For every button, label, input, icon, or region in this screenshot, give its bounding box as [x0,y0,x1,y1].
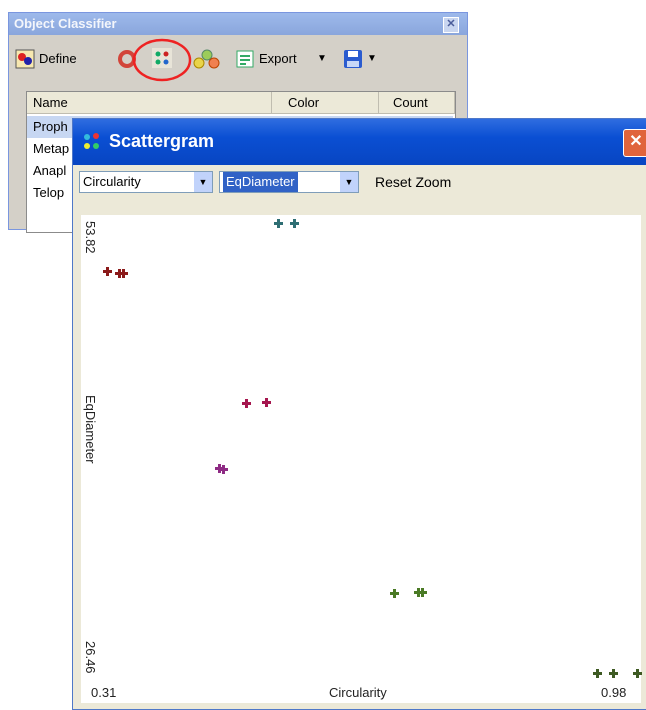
define-icon[interactable] [15,49,35,69]
y-feature-value: EqDiameter [223,172,298,192]
scatter-point[interactable] [274,219,284,229]
x-axis-label: Circularity [329,685,387,700]
clusters-icon[interactable] [191,47,221,71]
scattergram-app-icon [84,133,99,149]
x-feature-value: Circularity [83,174,141,189]
y-min-label: 26.46 [83,641,98,674]
highlight-circle [132,38,192,82]
export-icon[interactable] [235,49,255,69]
export-dropdown-icon[interactable]: ▼ [317,49,327,69]
scatter-point[interactable] [417,587,427,597]
scatter-point[interactable] [262,397,272,407]
column-header-name[interactable]: Name [27,92,272,114]
scatter-point[interactable] [242,399,252,409]
y-feature-select[interactable]: EqDiameter ▼ [219,171,359,193]
scatter-point[interactable] [218,465,228,475]
reset-zoom-button[interactable]: Reset Zoom [375,171,451,193]
scatter-point[interactable] [118,268,128,278]
scatter-point[interactable] [290,219,300,229]
scatter-point[interactable] [633,668,642,678]
column-header-count[interactable]: Count [379,92,455,114]
export-button[interactable]: Export [259,49,297,69]
chevron-down-icon[interactable]: ▼ [339,172,358,192]
column-header-color[interactable]: Color [272,92,379,114]
scattergram-close-button[interactable]: ✕ [623,129,646,157]
define-button[interactable]: Define [39,49,77,69]
y-max-label: 53.82 [83,221,98,254]
save-icon[interactable] [343,49,363,69]
scattergram-title: Scattergram [109,131,215,151]
object-classifier-toolbar: Define Export ▼ ▼ [9,37,467,83]
scatter-point[interactable] [389,589,399,599]
scatter-plot-area[interactable]: 53.82 EqDiameter 26.46 0.31 Circularity … [81,215,642,703]
object-classifier-title: Object Classifier [9,13,467,35]
y-axis-label: EqDiameter [83,395,98,464]
object-classifier-close-button[interactable]: ✕ [443,17,459,33]
scatter-point[interactable] [102,267,112,277]
scattergram-titlebar[interactable]: Scattergram [73,119,646,165]
scatter-point[interactable] [593,668,603,678]
chevron-down-icon[interactable]: ▼ [193,172,212,192]
x-feature-select[interactable]: Circularity ▼ [79,171,213,193]
x-max-label: 0.98 [601,685,627,700]
scatter-point[interactable] [609,668,619,678]
x-min-label: 0.31 [91,685,117,700]
scattergram-window: Scattergram ✕ Circularity ▼ EqDiameter ▼… [72,118,646,710]
save-dropdown-icon[interactable]: ▼ [367,49,377,69]
